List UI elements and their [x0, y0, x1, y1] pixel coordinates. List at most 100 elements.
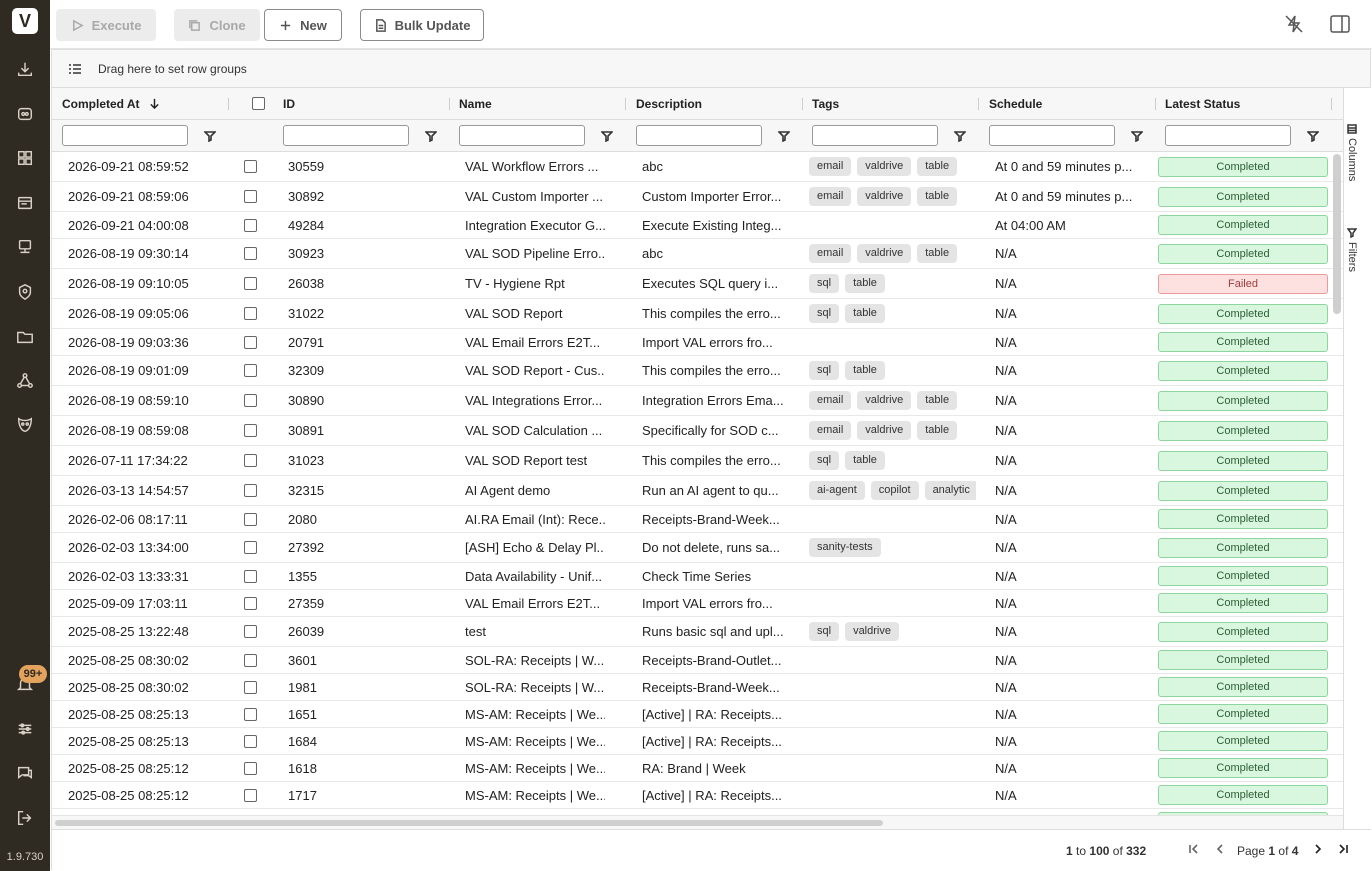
table-row[interactable]: 2026-09-21 04:00:08 49284 Integration Exec…: [52, 212, 1343, 239]
jobs-icon[interactable]: [14, 103, 36, 125]
table-row[interactable]: 2025-08-25 08:25:12 1717 MS-AM: Receipts |…: [52, 782, 1343, 809]
table-row[interactable]: 2025-08-25 08:25:12 1618 MS-AM: Receipts |…: [52, 755, 1343, 782]
table-row[interactable]: 2026-02-03 13:34:00 27392 [ASH] Echo & Del…: [52, 533, 1343, 563]
filter-description-input[interactable]: [636, 125, 762, 146]
filter-latest-status-input[interactable]: [1165, 125, 1291, 146]
workflow-icon[interactable]: [14, 370, 36, 392]
row-checkbox[interactable]: [244, 512, 257, 526]
filter-funnel-icon[interactable]: [777, 129, 792, 143]
first-page-icon[interactable]: [1187, 842, 1203, 858]
table-row[interactable]: 2025-08-25 13:22:48 26039 test Runs basic s…: [52, 617, 1343, 647]
table-row[interactable]: 2026-03-13 14:54:57 32315 AI Agent demo Run…: [52, 476, 1343, 506]
column-header-description[interactable]: Description: [626, 88, 803, 120]
row-checkbox[interactable]: [244, 454, 257, 467]
select-all-checkbox[interactable]: [252, 97, 265, 110]
column-header-id[interactable]: ID: [273, 88, 450, 120]
row-checkbox[interactable]: [244, 788, 257, 802]
row-checkbox[interactable]: [244, 247, 257, 260]
table-row[interactable]: 2026-08-19 08:59:10 30890 VAL Integrations…: [52, 386, 1343, 416]
table-row[interactable]: 2026-08-19 09:01:09 32309 VAL SOD Report -…: [52, 356, 1343, 386]
row-checkbox[interactable]: [244, 277, 257, 290]
filter-funnel-icon[interactable]: [1130, 129, 1145, 143]
filter-funnel-icon[interactable]: [1306, 129, 1321, 143]
clone-button[interactable]: Clone: [174, 9, 260, 41]
horizontal-scrollbar[interactable]: [55, 820, 883, 826]
column-header-schedule[interactable]: Schedule: [979, 88, 1156, 120]
table-row[interactable]: 2026-08-19 09:10:05 26038 TV - Hygiene Rpt…: [52, 269, 1343, 299]
sliders-icon[interactable]: [14, 718, 36, 740]
row-checkbox[interactable]: [244, 394, 257, 407]
table-row[interactable]: 2026-07-11 17:34:22 31023 VAL SOD Report t…: [52, 446, 1343, 476]
filter-funnel-icon[interactable]: [203, 129, 218, 143]
dashboard-icon[interactable]: [14, 147, 36, 169]
columns-tab[interactable]: Columns: [1346, 124, 1358, 181]
execute-button[interactable]: Execute: [56, 9, 156, 41]
side-panel-toggle-icon[interactable]: [1329, 13, 1351, 35]
table-row[interactable]: 2026-02-03 13:33:31 1355 Data Availability…: [52, 563, 1343, 590]
row-checkbox[interactable]: [244, 190, 257, 203]
row-checkbox[interactable]: [244, 218, 257, 232]
bug-icon[interactable]: [14, 414, 36, 436]
sort-descending-icon[interactable]: [149, 98, 160, 110]
row-checkbox[interactable]: [244, 160, 257, 173]
row-checkbox[interactable]: [244, 541, 257, 554]
browser-icon[interactable]: [14, 192, 36, 214]
row-checkbox[interactable]: [244, 680, 257, 694]
table-row[interactable]: 2025-08-25 08:25:13 1684 MS-AM: Receipts |…: [52, 728, 1343, 755]
table-row[interactable]: 2025-08-25 08:25:13 1651 MS-AM: Receipts |…: [52, 701, 1343, 728]
flash-off-icon[interactable]: [1283, 13, 1305, 35]
row-checkbox[interactable]: [244, 484, 257, 497]
chat-icon[interactable]: [14, 762, 36, 784]
new-button[interactable]: New: [264, 9, 342, 41]
vertical-scrollbar[interactable]: [1333, 154, 1341, 314]
column-header-name[interactable]: Name: [449, 88, 626, 120]
folder-icon[interactable]: [14, 326, 36, 348]
row-checkbox[interactable]: [244, 307, 257, 320]
monitor-icon[interactable]: [14, 236, 36, 258]
shield-icon[interactable]: [14, 281, 36, 303]
row-select-cell: [244, 299, 264, 328]
app-logo[interactable]: V: [12, 8, 38, 34]
filter-funnel-icon[interactable]: [424, 129, 439, 143]
column-header-latest-status[interactable]: Latest Status: [1155, 88, 1332, 120]
filter-name-input[interactable]: [459, 125, 585, 146]
column-header-completed-at[interactable]: Completed At: [52, 88, 229, 120]
table-row[interactable]: 2026-08-19 08:59:08 30891 VAL SOD Calculat…: [52, 416, 1343, 446]
row-checkbox[interactable]: [244, 625, 257, 638]
table-row[interactable]: 2026-09-21 08:59:06 30892 VAL Custom Impor…: [52, 182, 1343, 212]
table-row[interactable]: 2025-08-25 08:30:02 3601 SOL-RA: Receipts …: [52, 647, 1343, 674]
filter-tags-input[interactable]: [812, 125, 938, 146]
row-group-drop-zone[interactable]: Drag here to set row groups: [52, 50, 1370, 88]
filter-schedule-input[interactable]: [989, 125, 1115, 146]
filter-funnel-icon[interactable]: [953, 129, 968, 143]
last-page-icon[interactable]: [1336, 842, 1352, 858]
filter-id-input[interactable]: [283, 125, 409, 146]
row-checkbox[interactable]: [244, 596, 257, 610]
row-checkbox[interactable]: [244, 734, 257, 748]
page-indicator: Page 1 of 4: [1237, 844, 1298, 858]
row-checkbox[interactable]: [244, 761, 257, 775]
bulk-update-button[interactable]: Bulk Update: [360, 9, 484, 41]
row-checkbox[interactable]: [244, 653, 257, 667]
filters-tab[interactable]: Filters: [1346, 228, 1358, 272]
row-checkbox[interactable]: [244, 335, 257, 349]
row-checkbox[interactable]: [244, 364, 257, 377]
table-row[interactable]: 2026-08-19 09:05:06 31022 VAL SOD Report Th…: [52, 299, 1343, 329]
next-page-icon[interactable]: [1311, 842, 1327, 858]
previous-page-icon[interactable]: [1213, 842, 1229, 858]
column-header-tags[interactable]: Tags: [802, 88, 979, 120]
logout-icon[interactable]: [14, 807, 36, 829]
filter-completed-at-input[interactable]: [62, 125, 188, 146]
filter-funnel-icon[interactable]: [600, 129, 615, 143]
row-checkbox[interactable]: [244, 424, 257, 437]
row-checkbox[interactable]: [244, 707, 257, 721]
table-row[interactable]: 2025-09-09 17:03:11 27359 VAL Email Errors…: [52, 590, 1343, 617]
table-row[interactable]: 2025-08-25 08:30:02 1981 SOL-RA: Receipts …: [52, 674, 1343, 701]
download-icon[interactable]: [14, 58, 36, 80]
table-row[interactable]: 2026-02-06 08:17:11 2080 AI.RA Email (Int)…: [52, 506, 1343, 533]
table-row[interactable]: 2026-08-19 09:03:36 20791 VAL Email Errors…: [52, 329, 1343, 356]
id-cell: 30559: [288, 159, 325, 174]
row-checkbox[interactable]: [244, 569, 257, 583]
table-row[interactable]: 2026-09-21 08:59:52 30559 VAL Workflow Err…: [52, 152, 1343, 182]
table-row[interactable]: 2026-08-19 09:30:14 30923 VAL SOD Pipeline…: [52, 239, 1343, 269]
